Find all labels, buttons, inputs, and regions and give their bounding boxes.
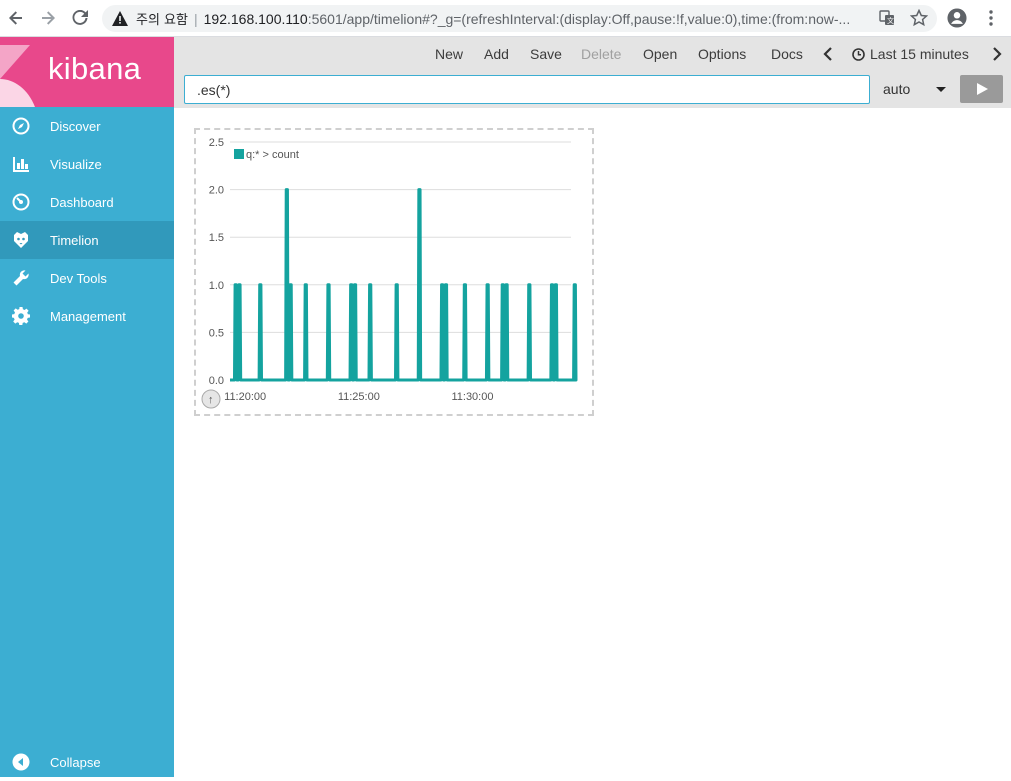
legend-swatch <box>234 149 244 159</box>
interval-select[interactable]: auto <box>872 75 956 104</box>
save-button[interactable]: Save <box>530 46 562 62</box>
profile-icon[interactable] <box>947 8 967 28</box>
sidebar-item-timelion[interactable]: Timelion <box>0 221 174 259</box>
clock-icon <box>852 48 865 64</box>
play-icon <box>976 83 988 95</box>
add-button[interactable]: Add <box>484 46 509 62</box>
open-button[interactable]: Open <box>643 46 677 62</box>
x-tick-label: 11:30:00 <box>451 391 493 403</box>
sidebar-item-label: Dashboard <box>50 194 114 210</box>
chart-legend: q:* > count <box>234 149 299 161</box>
sidebar-item-label: Management <box>50 308 126 324</box>
caret-down-icon <box>936 87 946 92</box>
x-axis-ticks: 11:20:00 11:25:00 11:30:00 <box>224 391 493 403</box>
kibana-mark-icon <box>0 45 35 107</box>
interval-value: auto <box>883 81 911 97</box>
reload-icon[interactable] <box>70 8 90 28</box>
x-tick-label: 11:20:00 <box>224 391 266 403</box>
url-text: 192.168.100.110:5601/app/timelion#?_g=(r… <box>204 11 854 27</box>
time-range-picker[interactable]: Last 15 minutes <box>870 46 969 62</box>
svg-text:↑: ↑ <box>208 394 214 406</box>
url-host: 192.168.100.110 <box>203 10 308 27</box>
sidebar-item-label: Discover <box>50 118 101 134</box>
y-tick-label: 0.0 <box>209 375 224 387</box>
chart-options-icon[interactable]: ↑ <box>201 389 221 409</box>
wrench-icon <box>11 268 31 288</box>
gauge-icon <box>11 192 31 212</box>
sidebar-collapse-button[interactable]: Collapse <box>0 743 174 781</box>
browser-toolbar: 주의 요함 | 192.168.100.110:5601/app/timelio… <box>0 0 1011 37</box>
sidebar-item-dashboard[interactable]: Dashboard <box>0 183 174 221</box>
new-button[interactable]: New <box>435 46 463 62</box>
security-label: 주의 요함 <box>136 13 188 28</box>
run-button[interactable] <box>960 75 1003 103</box>
timelion-icon <box>11 230 31 250</box>
logo-text: kibana <box>48 51 142 86</box>
forward-icon[interactable] <box>38 8 58 28</box>
options-button[interactable]: Options <box>698 46 746 62</box>
translate-icon[interactable]: 文 <box>877 8 897 28</box>
sidebar-item-discover[interactable]: Discover <box>0 107 174 145</box>
collapse-icon <box>11 752 31 772</box>
y-tick-label: 0.5 <box>209 327 224 339</box>
docs-button[interactable]: Docs <box>771 46 803 62</box>
more-menu-icon[interactable] <box>981 8 1001 28</box>
collapse-label: Collapse <box>50 754 101 770</box>
chart-grid <box>230 141 571 381</box>
sidebar-item-label: Dev Tools <box>50 270 107 286</box>
sidebar: kibana Discover Visualize Dashboard Time… <box>0 37 174 777</box>
chart-panel[interactable]: 0.0 0.5 1.0 1.5 2.0 2.5 11:20:00 11:25:00 11:30… <box>194 128 594 416</box>
back-icon[interactable] <box>6 8 26 28</box>
legend-label: q:* > count <box>246 149 299 161</box>
address-separator: | <box>193 10 198 27</box>
gear-icon <box>11 306 31 326</box>
svg-text:文: 文 <box>887 16 894 25</box>
expression-input[interactable]: .es(*) <box>184 75 870 104</box>
chevron-right-icon[interactable] <box>992 47 1002 64</box>
address-bar[interactable]: 주의 요함 | 192.168.100.110:5601/app/timelio… <box>102 5 937 32</box>
sidebar-item-label: Timelion <box>50 232 99 248</box>
sidebar-item-management[interactable]: Management <box>0 297 174 335</box>
y-tick-label: 2.5 <box>209 137 224 149</box>
y-axis-ticks: 0.0 0.5 1.0 1.5 2.0 2.5 <box>209 137 224 387</box>
timelion-chart: 0.0 0.5 1.0 1.5 2.0 2.5 11:20:00 11:25:00 11:30… <box>201 137 578 409</box>
chevron-left-icon[interactable] <box>823 47 833 64</box>
url-path: :5601/app/timelion#?_g=(refreshInterval:… <box>307 10 851 27</box>
delete-button[interactable]: Delete <box>581 46 621 62</box>
y-tick-label: 1.5 <box>209 232 224 244</box>
kibana-logo[interactable]: kibana <box>0 37 174 107</box>
sidebar-item-label: Visualize <box>50 156 102 172</box>
sidebar-item-visualize[interactable]: Visualize <box>0 145 174 183</box>
star-icon[interactable] <box>909 8 929 28</box>
y-tick-label: 2.0 <box>209 185 224 197</box>
compass-icon <box>11 116 31 136</box>
x-tick-label: 11:25:00 <box>338 391 380 403</box>
timelion-topnav: New Add Save Delete Open Options Docs La… <box>174 37 1011 108</box>
sidebar-item-dev-tools[interactable]: Dev Tools <box>0 259 174 297</box>
warning-icon <box>112 10 130 28</box>
bar-chart-icon <box>11 154 31 174</box>
y-tick-label: 1.0 <box>209 280 224 292</box>
